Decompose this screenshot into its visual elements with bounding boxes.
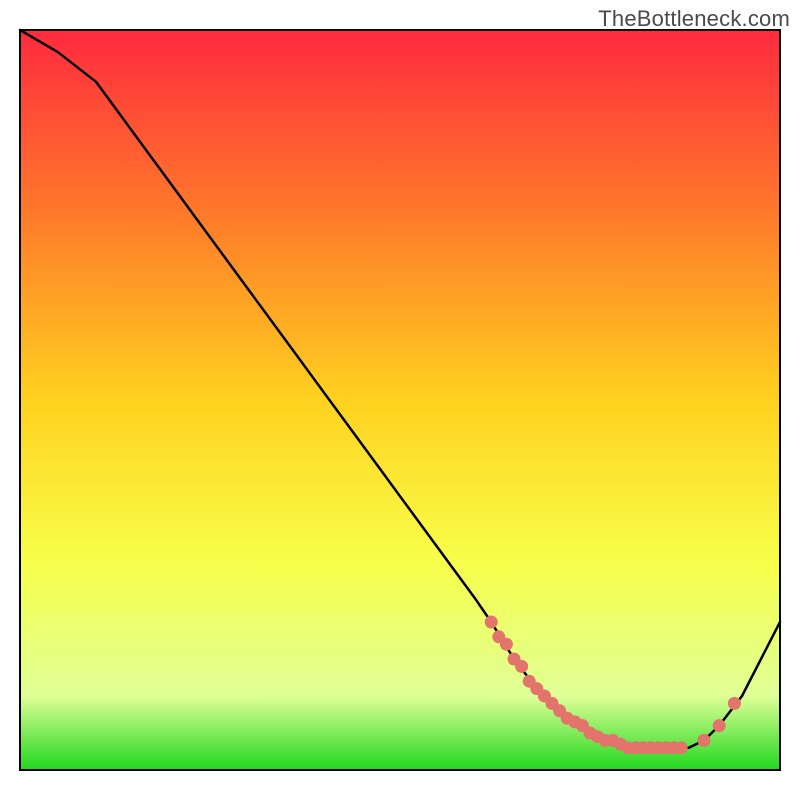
- watermark-text: TheBottleneck.com: [598, 6, 790, 32]
- marker-dot: [698, 734, 711, 747]
- marker-dot: [485, 616, 498, 629]
- marker-dot: [713, 719, 726, 732]
- marker-dot: [500, 638, 513, 651]
- bottleneck-chart: [0, 0, 800, 800]
- marker-dot: [515, 660, 528, 673]
- chart-container: TheBottleneck.com: [0, 0, 800, 800]
- marker-dot: [675, 741, 688, 754]
- plot-background: [20, 30, 780, 770]
- marker-dot: [728, 697, 741, 710]
